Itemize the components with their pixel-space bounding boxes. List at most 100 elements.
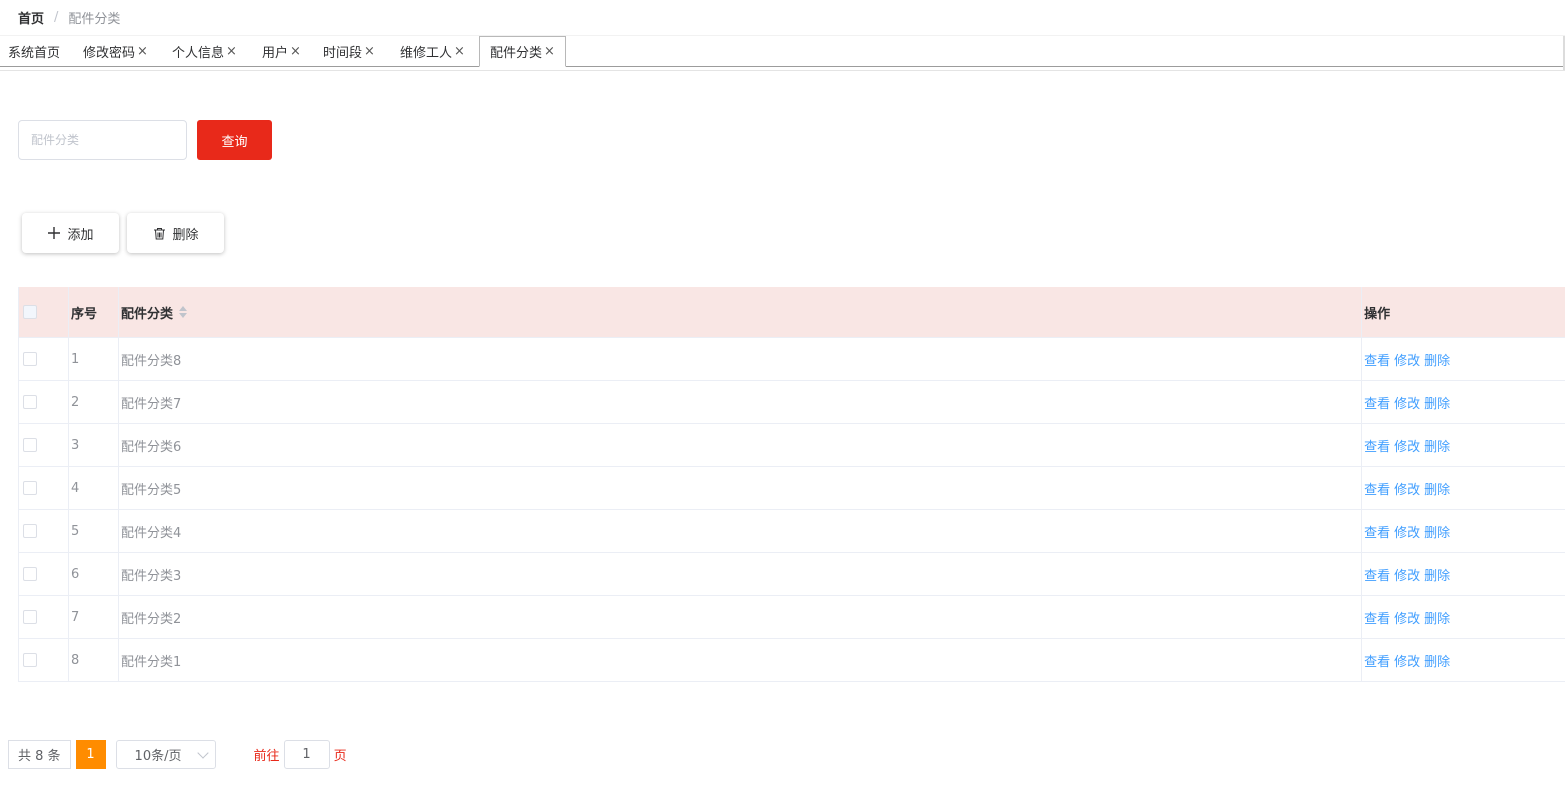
tab-bar-underline [0,70,1565,71]
edit-link[interactable]: 修改 [1394,565,1420,584]
tab-label: 系统首页 [8,46,61,61]
close-icon[interactable]: × [226,44,237,59]
row-index: 7 [69,596,119,638]
part-category-table: 序号 配件分类 操作 1 配件分类8 查看 修改 删除 2 配件分类7 查看 修改 删除 3 配件分类… [18,287,1565,682]
close-icon[interactable]: × [137,44,148,59]
row-checkbox-cell [19,381,69,423]
tab-home[interactable]: 系统首页 [8,36,60,67]
row-checkbox[interactable] [23,481,37,495]
page-size-value: 10条/页 [134,749,182,764]
edit-link[interactable]: 修改 [1394,479,1420,498]
delete-button-label: 删除 [172,227,199,243]
delete-link[interactable]: 删除 [1424,608,1450,627]
tab-users[interactable]: 用户 × [262,36,301,67]
edit-link[interactable]: 修改 [1394,522,1420,541]
delete-link[interactable]: 删除 [1424,651,1450,670]
row-index: 8 [69,639,119,681]
table-row: 2 配件分类7 查看 修改 删除 [19,381,1565,424]
view-link[interactable]: 查看 [1364,436,1390,455]
delete-link[interactable]: 删除 [1424,479,1450,498]
row-checkbox[interactable] [23,524,37,538]
row-checkbox-cell [19,639,69,681]
tab-profile[interactable]: 个人信息 × [172,36,237,67]
plus-icon [47,226,61,240]
view-link[interactable]: 查看 [1364,393,1390,412]
row-index: 3 [69,424,119,466]
view-link[interactable]: 查看 [1364,479,1390,498]
pagination-total: 共 8 条 [8,740,71,769]
row-checkbox[interactable] [23,610,37,624]
breadcrumb: 首页 / 配件分类 [0,0,1565,36]
goto-page-input[interactable] [283,740,330,769]
row-name: 配件分类5 [119,467,1363,509]
tab-repair-workers[interactable]: 维修工人 × [400,36,465,67]
trash-icon [152,226,166,240]
table-row: 5 配件分类4 查看 修改 删除 [19,510,1565,553]
row-checkbox[interactable] [23,653,37,667]
row-ops: 查看 修改 删除 [1362,553,1565,595]
tab-label: 配件分类 [490,46,543,61]
row-name: 配件分类6 [119,424,1363,466]
page-number-current[interactable]: 1 [75,740,106,769]
row-ops: 查看 修改 删除 [1362,639,1565,681]
tab-bar: 系统首页 修改密码 × 个人信息 × 用户 × 时间段 × 维修工人 × 配件分类 × [0,36,1565,71]
row-ops: 查看 修改 删除 [1362,381,1565,423]
delete-link[interactable]: 删除 [1424,436,1450,455]
edit-link[interactable]: 修改 [1394,393,1420,412]
breadcrumb-home[interactable]: 首页 [18,8,44,27]
row-checkbox-cell [19,338,69,380]
row-index: 5 [69,510,119,552]
edit-link[interactable]: 修改 [1394,436,1420,455]
view-link[interactable]: 查看 [1364,565,1390,584]
breadcrumb-current: 配件分类 [68,12,121,27]
row-name: 配件分类1 [119,639,1363,681]
tab-label: 用户 [262,46,289,61]
page-size-select[interactable]: 10条/页 [115,740,216,769]
table-row: 6 配件分类3 查看 修改 删除 [19,553,1565,596]
tab-time-slots[interactable]: 时间段 × [323,36,375,67]
delete-button[interactable]: 删除 [127,213,224,253]
row-checkbox[interactable] [23,352,37,366]
delete-link[interactable]: 删除 [1424,350,1450,369]
search-input[interactable] [18,120,187,160]
row-checkbox-cell [19,553,69,595]
row-checkbox-cell [19,510,69,552]
view-link[interactable]: 查看 [1364,522,1390,541]
tab-label: 维修工人 [400,46,453,61]
select-all-checkbox[interactable] [23,305,37,319]
row-index: 2 [69,381,119,423]
tab-change-password[interactable]: 修改密码 × [83,36,148,67]
add-button-label: 添加 [67,227,94,243]
row-ops: 查看 修改 删除 [1362,510,1565,552]
edit-link[interactable]: 修改 [1394,608,1420,627]
delete-link[interactable]: 删除 [1424,522,1450,541]
row-checkbox[interactable] [23,395,37,409]
goto-label: 前往 [253,749,280,764]
view-link[interactable]: 查看 [1364,350,1390,369]
header-ops: 操作 [1364,306,1391,322]
row-checkbox[interactable] [23,567,37,581]
table-row: 1 配件分类8 查看 修改 删除 [19,338,1565,381]
row-ops: 查看 修改 删除 [1362,424,1565,466]
close-icon[interactable]: × [454,44,465,59]
header-name[interactable]: 配件分类 [119,287,1363,337]
row-name: 配件分类3 [119,553,1363,595]
row-checkbox[interactable] [23,438,37,452]
view-link[interactable]: 查看 [1364,651,1390,670]
row-name: 配件分类2 [119,596,1363,638]
close-icon[interactable]: × [364,44,375,59]
close-icon[interactable]: × [290,44,301,59]
search-button[interactable]: 查询 [197,120,272,160]
delete-link[interactable]: 删除 [1424,393,1450,412]
edit-link[interactable]: 修改 [1394,350,1420,369]
tab-part-categories[interactable]: 配件分类 × [479,36,566,67]
edit-link[interactable]: 修改 [1394,651,1420,670]
view-link[interactable]: 查看 [1364,608,1390,627]
close-icon[interactable]: × [544,44,555,59]
add-button[interactable]: 添加 [22,213,119,253]
sort-icon[interactable] [178,306,187,318]
table-row: 8 配件分类1 查看 修改 删除 [19,639,1565,682]
row-ops: 查看 修改 删除 [1362,338,1565,380]
delete-link[interactable]: 删除 [1424,565,1450,584]
table-body: 1 配件分类8 查看 修改 删除 2 配件分类7 查看 修改 删除 3 配件分类6 查看 修改 删除 4 配件分… [19,338,1565,682]
